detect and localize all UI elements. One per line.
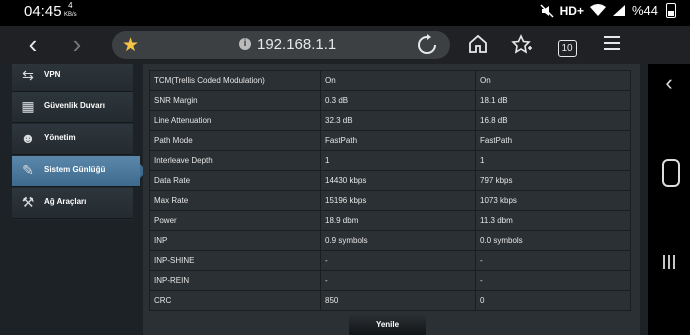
network-speed-value: 4 [68, 1, 73, 10]
stat-upstream: 1 [475, 150, 631, 171]
stat-name: Power [149, 210, 321, 231]
status-bar: 04:45 4 KB/s HD+ %44 [0, 0, 690, 26]
sidebar-item-label: Yönetim [44, 133, 76, 142]
stat-upstream: - [475, 250, 631, 271]
sidebar-item-admin[interactable]: ☻ Yönetim [12, 124, 133, 155]
refresh-button[interactable]: Yenile [349, 314, 426, 335]
table-row: INP-REIN - - [149, 270, 631, 291]
stat-name: SNR Margin [149, 90, 321, 111]
signal-icon [612, 5, 625, 16]
stat-upstream: 0.0 symbols [475, 230, 631, 251]
table-row: INP 0.9 symbols 0.0 symbols [149, 230, 631, 251]
sidebar-item-vpn[interactable]: ⇆ VPN [12, 64, 133, 92]
stat-name: CRC [149, 290, 321, 311]
dsl-stats-table: TCM(Trellis Coded Modulation) On On SNR Mar… [149, 70, 631, 311]
table-row: Path Mode FastPath FastPath [149, 130, 631, 151]
home-nav-icon[interactable] [662, 159, 680, 187]
stat-name: TCM(Trellis Coded Modulation) [149, 70, 321, 91]
stat-upstream: 797 kbps [475, 170, 631, 191]
status-icons: HD+ %44 [540, 3, 676, 18]
table-row: Data Rate 14430 kbps 797 kbps [149, 170, 631, 191]
sidebar: ⇆ VPN ▦ Güvenlik Duvarı ☻ Yönetim ✎ Sist… [12, 64, 147, 220]
sidebar-item-network-tools[interactable]: ⚒ Ağ Araçları [12, 188, 133, 219]
network-speed: 4 KB/s [64, 2, 77, 19]
admin-icon: ☻ [20, 130, 36, 146]
stat-downstream: - [320, 270, 476, 291]
firewall-icon: ▦ [21, 98, 35, 114]
network-type: HD+ [559, 3, 584, 18]
stat-name: Path Mode [149, 130, 321, 151]
home-icon[interactable] [466, 34, 490, 56]
battery-percent: %44 [631, 3, 658, 18]
sidebar-item-label: Ağ Araçları [44, 197, 87, 206]
sidebar-item-label: Sistem Günlüğü [44, 165, 106, 174]
stat-name: INP [149, 230, 321, 251]
table-row: Line Attenuation 32.3 dB 16.8 dB [149, 110, 631, 131]
sidebar-item-firewall[interactable]: ▦ Güvenlik Duvarı [12, 92, 133, 123]
clock: 04:45 [24, 3, 62, 20]
network-tools-icon: ⚒ [21, 194, 35, 210]
system-nav-bar: ‹ [648, 64, 690, 335]
table-row: Power 18.9 dbm 11.3 dbm [149, 210, 631, 231]
sidebar-item-system-log[interactable]: ✎ Sistem Günlüğü [12, 156, 147, 187]
address-bar[interactable]: ★ i 192.168.1.1 [112, 31, 450, 59]
stat-name: Data Rate [149, 170, 321, 191]
bookmark-star-icon[interactable]: ★ [122, 34, 139, 57]
stat-upstream: 11.3 dbm [475, 210, 631, 231]
stat-downstream: 0.9 symbols [320, 230, 476, 251]
stat-upstream: 16.8 dB [475, 110, 631, 131]
wifi-icon [589, 4, 606, 16]
stat-downstream: FastPath [320, 130, 476, 151]
table-row: SNR Margin 0.3 dB 18.1 dB [149, 90, 631, 111]
stat-downstream: 0.3 dB [320, 90, 476, 111]
stat-upstream: 18.1 dB [475, 90, 631, 111]
stat-downstream: 850 [320, 290, 476, 311]
reload-icon[interactable] [416, 34, 438, 56]
table-row: Max Rate 15196 kbps 1073 kbps [149, 190, 631, 211]
network-speed-unit: KB/s [64, 12, 77, 18]
stat-upstream: 1073 kbps [475, 190, 631, 211]
table-row: CRC 850 0 [149, 290, 631, 311]
forward-button[interactable]: › [64, 31, 90, 58]
battery-icon [666, 3, 676, 18]
stat-downstream: 32.3 dB [320, 110, 476, 131]
stat-downstream: 14430 kbps [320, 170, 476, 191]
stat-name: Interleave Depth [149, 150, 321, 171]
stat-upstream: On [475, 70, 631, 91]
stat-downstream: 18.9 dbm [320, 210, 476, 231]
tab-count[interactable]: 10 [557, 40, 577, 57]
table-row: Interleave Depth 1 1 [149, 150, 631, 171]
stat-downstream: - [320, 250, 476, 271]
bookmarks-icon[interactable] [510, 34, 534, 56]
stat-name: Line Attenuation [149, 110, 321, 131]
stat-upstream: FastPath [475, 130, 631, 151]
sidebar-item-label: VPN [44, 70, 61, 79]
recents-nav-icon[interactable] [648, 254, 690, 275]
back-nav-icon[interactable]: ‹ [648, 70, 690, 96]
router-admin-page: ⇆ VPN ▦ Güvenlik Duvarı ☻ Yönetim ✎ Sist… [0, 64, 648, 335]
browser-toolbar: ‹ › ★ i 192.168.1.1 10 [0, 26, 690, 64]
stat-name: INP-REIN [149, 270, 321, 291]
stat-name: INP-SHINE [149, 250, 321, 271]
system-log-icon: ✎ [22, 162, 34, 178]
stat-name: Max Rate [149, 190, 321, 211]
mute-icon [540, 3, 554, 18]
vpn-icon: ⇆ [22, 67, 34, 83]
table-row: INP-SHINE - - [149, 250, 631, 271]
tabs-button[interactable]: 10 [555, 34, 579, 57]
dsl-stats-panel: TCM(Trellis Coded Modulation) On On SNR Mar… [143, 64, 640, 335]
menu-icon[interactable] [600, 34, 624, 56]
site-info-icon[interactable]: i [239, 38, 251, 50]
url-text[interactable]: 192.168.1.1 [257, 36, 336, 53]
stat-downstream: On [320, 70, 476, 91]
stat-downstream: 15196 kbps [320, 190, 476, 211]
stat-upstream: - [475, 270, 631, 291]
table-row: TCM(Trellis Coded Modulation) On On [149, 70, 631, 91]
sidebar-item-label: Güvenlik Duvarı [44, 101, 105, 110]
stat-downstream: 1 [320, 150, 476, 171]
back-button[interactable]: ‹ [20, 31, 46, 58]
stat-upstream: 0 [475, 290, 631, 311]
